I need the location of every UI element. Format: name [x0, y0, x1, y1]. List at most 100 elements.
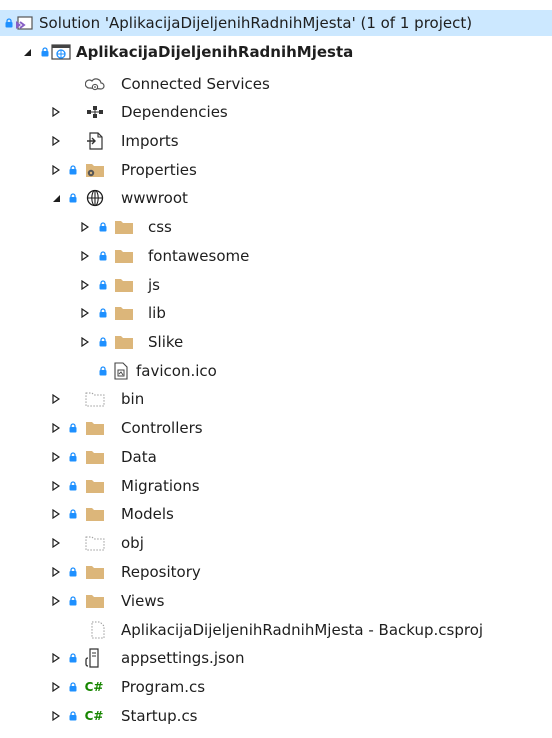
project-label: AplikacijaDijeljenihRadnihMjesta: [76, 43, 354, 61]
tree-row-slike[interactable]: Slike: [0, 329, 552, 355]
lock-icon: [68, 185, 78, 211]
tree-row-controllers[interactable]: Controllers: [0, 415, 552, 441]
startup-label: Startup.cs: [121, 707, 198, 725]
tree-row-repository[interactable]: Repository: [0, 559, 552, 585]
folder-icon: [113, 300, 135, 326]
csharp-file-icon: C#: [83, 674, 105, 700]
collapsed-arrow-icon[interactable]: [79, 329, 91, 355]
csharp-glyph: C#: [84, 709, 104, 723]
tree-row-project[interactable]: AplikacijaDijeljenihRadnihMjesta: [0, 39, 552, 65]
collapsed-arrow-icon[interactable]: [50, 501, 62, 527]
lock-icon: [68, 415, 78, 441]
csharp-glyph: C#: [84, 680, 104, 694]
solution-label: Solution 'AplikacijaDijeljenihRadnihMjes…: [39, 14, 473, 32]
folder-icon: [84, 559, 106, 585]
collapsed-arrow-icon[interactable]: [50, 588, 62, 614]
csharp-file-icon: C#: [83, 703, 105, 729]
connected-services-icon: [84, 71, 106, 97]
tree-row-startup[interactable]: C# Startup.cs: [0, 703, 552, 729]
appsettings-label: appsettings.json: [121, 649, 245, 667]
tree-row-obj[interactable]: obj: [0, 530, 552, 556]
lib-label: lib: [148, 304, 166, 322]
lock-icon: [68, 645, 78, 671]
excluded-folder-icon: [84, 386, 106, 412]
collapsed-arrow-icon[interactable]: [50, 444, 62, 470]
collapsed-arrow-icon[interactable]: [50, 386, 62, 412]
lock-icon: [98, 214, 108, 240]
tree-row-solution[interactable]: Solution 'AplikacijaDijeljenihRadnihMjes…: [0, 10, 552, 36]
lock-icon: [68, 703, 78, 729]
properties-folder-icon: [84, 157, 106, 183]
lock-icon: [98, 358, 108, 384]
backup-csproj-label: AplikacijaDijeljenihRadnihMjesta - Backu…: [121, 621, 484, 639]
tree-row-connected-services[interactable]: Connected Services: [0, 71, 552, 97]
fontawesome-label: fontawesome: [148, 247, 250, 265]
repository-label: Repository: [121, 563, 201, 581]
tree-row-js[interactable]: js: [0, 272, 552, 298]
folder-icon: [84, 444, 106, 470]
collapsed-arrow-icon[interactable]: [79, 214, 91, 240]
tree-row-fontawesome[interactable]: fontawesome: [0, 243, 552, 269]
tree-row-program[interactable]: C# Program.cs: [0, 674, 552, 700]
tree-row-favicon[interactable]: favicon.ico: [0, 358, 552, 384]
program-label: Program.cs: [121, 678, 206, 696]
folder-icon: [84, 501, 106, 527]
tree-row-lib[interactable]: lib: [0, 300, 552, 326]
collapsed-arrow-icon[interactable]: [50, 645, 62, 671]
collapsed-arrow-icon[interactable]: [50, 99, 62, 125]
imports-icon: [84, 128, 106, 154]
collapsed-arrow-icon[interactable]: [50, 128, 62, 154]
collapsed-arrow-icon[interactable]: [79, 243, 91, 269]
lock-icon: [68, 473, 78, 499]
collapsed-arrow-icon[interactable]: [50, 415, 62, 441]
tree-row-migrations[interactable]: Migrations: [0, 473, 552, 499]
wwwroot-label: wwwroot: [121, 189, 188, 207]
js-label: js: [148, 276, 160, 294]
lock-icon: [98, 272, 108, 298]
tree-row-views[interactable]: Views: [0, 588, 552, 614]
icon-file-icon: [110, 358, 132, 384]
imports-label: Imports: [121, 132, 179, 150]
tree-row-bin[interactable]: bin: [0, 386, 552, 412]
tree-row-backup-csproj[interactable]: AplikacijaDijeljenihRadnihMjesta - Backu…: [0, 617, 552, 643]
tree-row-appsettings[interactable]: appsettings.json: [0, 645, 552, 671]
folder-icon: [113, 329, 135, 355]
collapsed-arrow-icon[interactable]: [79, 272, 91, 298]
collapsed-arrow-icon[interactable]: [50, 473, 62, 499]
collapsed-arrow-icon[interactable]: [50, 157, 62, 183]
expanded-arrow-icon[interactable]: [21, 39, 33, 65]
lock-icon: [98, 243, 108, 269]
lock-icon: [68, 501, 78, 527]
tree-row-dependencies[interactable]: Dependencies: [0, 99, 552, 125]
folder-icon: [84, 588, 106, 614]
tree-row-data[interactable]: Data: [0, 444, 552, 470]
lock-icon: [68, 157, 78, 183]
collapsed-arrow-icon[interactable]: [50, 674, 62, 700]
collapsed-arrow-icon[interactable]: [50, 703, 62, 729]
solution-explorer-tree: Solution 'AplikacijaDijeljenihRadnihMjes…: [0, 0, 552, 738]
lock-icon: [68, 588, 78, 614]
json-file-icon: [83, 645, 105, 671]
tree-row-properties[interactable]: Properties: [0, 157, 552, 183]
collapsed-arrow-icon[interactable]: [50, 559, 62, 585]
expanded-arrow-icon[interactable]: [50, 185, 62, 211]
web-project-icon: [50, 39, 72, 65]
dependencies-label: Dependencies: [121, 103, 228, 121]
folder-icon: [84, 415, 106, 441]
controllers-label: Controllers: [121, 419, 203, 437]
tree-row-wwwroot[interactable]: wwwroot: [0, 185, 552, 211]
collapsed-arrow-icon[interactable]: [50, 530, 62, 556]
tree-row-models[interactable]: Models: [0, 501, 552, 527]
excluded-folder-icon: [84, 530, 106, 556]
excluded-file-icon: [87, 617, 109, 643]
bin-label: bin: [121, 390, 145, 408]
lock-icon: [68, 559, 78, 585]
tree-row-css[interactable]: css: [0, 214, 552, 240]
collapsed-arrow-icon[interactable]: [79, 300, 91, 326]
slike-label: Slike: [148, 333, 184, 351]
lock-icon: [98, 300, 108, 326]
connected-services-label: Connected Services: [121, 75, 270, 93]
tree-row-imports[interactable]: Imports: [0, 128, 552, 154]
properties-label: Properties: [121, 161, 197, 179]
lock-icon: [40, 39, 50, 65]
